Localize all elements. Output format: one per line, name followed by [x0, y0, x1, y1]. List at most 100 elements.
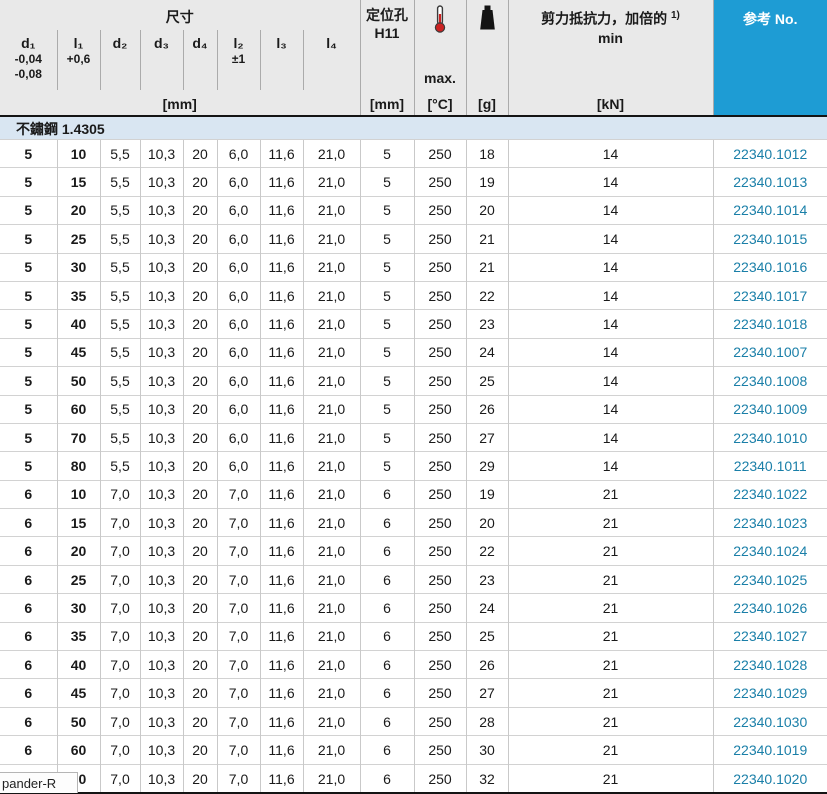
cell-d2: 5,5 — [100, 281, 140, 309]
cell-ref_no[interactable]: 22340.1009 — [713, 395, 827, 423]
cell-ref_no[interactable]: 22340.1027 — [713, 622, 827, 650]
cell-d2: 5,5 — [100, 168, 140, 196]
cell-temp_max: 250 — [414, 565, 466, 593]
locating-hole-label: 定位孔 — [361, 6, 414, 24]
cell-shear_kn: 21 — [508, 509, 713, 537]
table-row: 6507,010,3207,011,621,06250282122340.103… — [0, 707, 827, 735]
cell-ref_no[interactable]: 22340.1019 — [713, 736, 827, 764]
cell-d1: 6 — [0, 509, 57, 537]
cell-d3: 10,3 — [140, 196, 183, 224]
cell-d2: 7,0 — [100, 594, 140, 622]
cell-ref_no[interactable]: 22340.1029 — [713, 679, 827, 707]
table-row: 5205,510,3206,011,621,05250201422340.101… — [0, 196, 827, 224]
cell-d3: 10,3 — [140, 480, 183, 508]
cell-temp_max: 250 — [414, 452, 466, 480]
col-header-weight — [466, 0, 508, 90]
cell-d2: 7,0 — [100, 537, 140, 565]
cell-weight_g: 25 — [466, 622, 508, 650]
cell-l2: 6,0 — [217, 140, 260, 168]
cell-ref_no[interactable]: 22340.1012 — [713, 140, 827, 168]
cell-ref_no[interactable]: 22340.1008 — [713, 367, 827, 395]
cell-d1: 6 — [0, 736, 57, 764]
table-row: 6607,010,3207,011,621,06250302122340.101… — [0, 736, 827, 764]
cell-l4: 21,0 — [303, 480, 360, 508]
cell-ref_no[interactable]: 22340.1030 — [713, 707, 827, 735]
cell-l3: 11,6 — [260, 196, 303, 224]
cell-d4: 20 — [183, 509, 217, 537]
cell-l3: 11,6 — [260, 168, 303, 196]
cell-ref_no[interactable]: 22340.1014 — [713, 196, 827, 224]
cell-shear_kn: 14 — [508, 140, 713, 168]
cell-l3: 11,6 — [260, 651, 303, 679]
table-row: 5105,510,3206,011,621,05250181422340.101… — [0, 140, 827, 168]
cell-l4: 21,0 — [303, 225, 360, 253]
cell-d4: 20 — [183, 338, 217, 366]
cell-shear_kn: 21 — [508, 736, 713, 764]
cell-ref_no[interactable]: 22340.1028 — [713, 651, 827, 679]
cell-ref_no[interactable]: 22340.1022 — [713, 480, 827, 508]
col-header-d2: d₂ — [100, 30, 140, 90]
catalog-table-page: 尺寸 定位孔 H11 max — [0, 0, 827, 794]
cell-hole: 6 — [360, 537, 414, 565]
cell-hole: 6 — [360, 594, 414, 622]
cell-d1: 5 — [0, 452, 57, 480]
cell-ref_no[interactable]: 22340.1024 — [713, 537, 827, 565]
cell-hole: 5 — [360, 281, 414, 309]
cell-d3: 10,3 — [140, 452, 183, 480]
cell-d4: 20 — [183, 225, 217, 253]
cell-l1: 25 — [57, 565, 100, 593]
col-header-reference-no: 参考 No. — [713, 0, 827, 116]
cell-d2: 5,5 — [100, 253, 140, 281]
cell-l1: 60 — [57, 736, 100, 764]
cell-weight_g: 23 — [466, 310, 508, 338]
cell-ref_no[interactable]: 22340.1018 — [713, 310, 827, 338]
cell-d1: 6 — [0, 480, 57, 508]
cell-ref_no[interactable]: 22340.1020 — [713, 764, 827, 792]
cell-l2: 7,0 — [217, 480, 260, 508]
cell-ref_no[interactable]: 22340.1010 — [713, 423, 827, 451]
cell-weight_g: 22 — [466, 281, 508, 309]
cell-d4: 20 — [183, 395, 217, 423]
table-row: 5405,510,3206,011,621,05250231422340.101… — [0, 310, 827, 338]
cell-ref_no[interactable]: 22340.1015 — [713, 225, 827, 253]
cell-ref_no[interactable]: 22340.1011 — [713, 452, 827, 480]
cell-l2: 7,0 — [217, 537, 260, 565]
cell-hole: 5 — [360, 452, 414, 480]
cell-d1: 6 — [0, 651, 57, 679]
cell-ref_no[interactable]: 22340.1007 — [713, 338, 827, 366]
cell-d2: 5,5 — [100, 310, 140, 338]
cell-ref_no[interactable]: 22340.1023 — [713, 509, 827, 537]
cell-l4: 21,0 — [303, 253, 360, 281]
cell-temp_max: 250 — [414, 423, 466, 451]
cell-ref_no[interactable]: 22340.1017 — [713, 281, 827, 309]
cell-l3: 11,6 — [260, 679, 303, 707]
cell-d3: 10,3 — [140, 679, 183, 707]
cell-l2: 7,0 — [217, 622, 260, 650]
cell-d2: 5,5 — [100, 452, 140, 480]
cell-hole: 6 — [360, 651, 414, 679]
cell-l2: 7,0 — [217, 679, 260, 707]
cell-hole: 6 — [360, 736, 414, 764]
cell-d2: 7,0 — [100, 736, 140, 764]
cell-ref_no[interactable]: 22340.1026 — [713, 594, 827, 622]
cell-d2: 5,5 — [100, 395, 140, 423]
cell-ref_no[interactable]: 22340.1013 — [713, 168, 827, 196]
shear-min-label: min — [509, 29, 713, 48]
cell-d1: 5 — [0, 140, 57, 168]
cell-l1: 20 — [57, 196, 100, 224]
cell-temp_max: 250 — [414, 736, 466, 764]
cell-l1: 15 — [57, 509, 100, 537]
cell-shear_kn: 14 — [508, 423, 713, 451]
table-row: 5805,510,3206,011,621,05250291422340.101… — [0, 452, 827, 480]
cell-shear_kn: 14 — [508, 281, 713, 309]
cell-ref_no[interactable]: 22340.1016 — [713, 253, 827, 281]
cell-l2: 6,0 — [217, 196, 260, 224]
table-row: 6457,010,3207,011,621,06250272122340.102… — [0, 679, 827, 707]
cell-d4: 20 — [183, 707, 217, 735]
cell-d4: 20 — [183, 594, 217, 622]
cell-l4: 21,0 — [303, 764, 360, 792]
cell-d3: 10,3 — [140, 281, 183, 309]
cell-d3: 10,3 — [140, 395, 183, 423]
col-header-d3: d₃ — [140, 30, 183, 90]
cell-ref_no[interactable]: 22340.1025 — [713, 565, 827, 593]
